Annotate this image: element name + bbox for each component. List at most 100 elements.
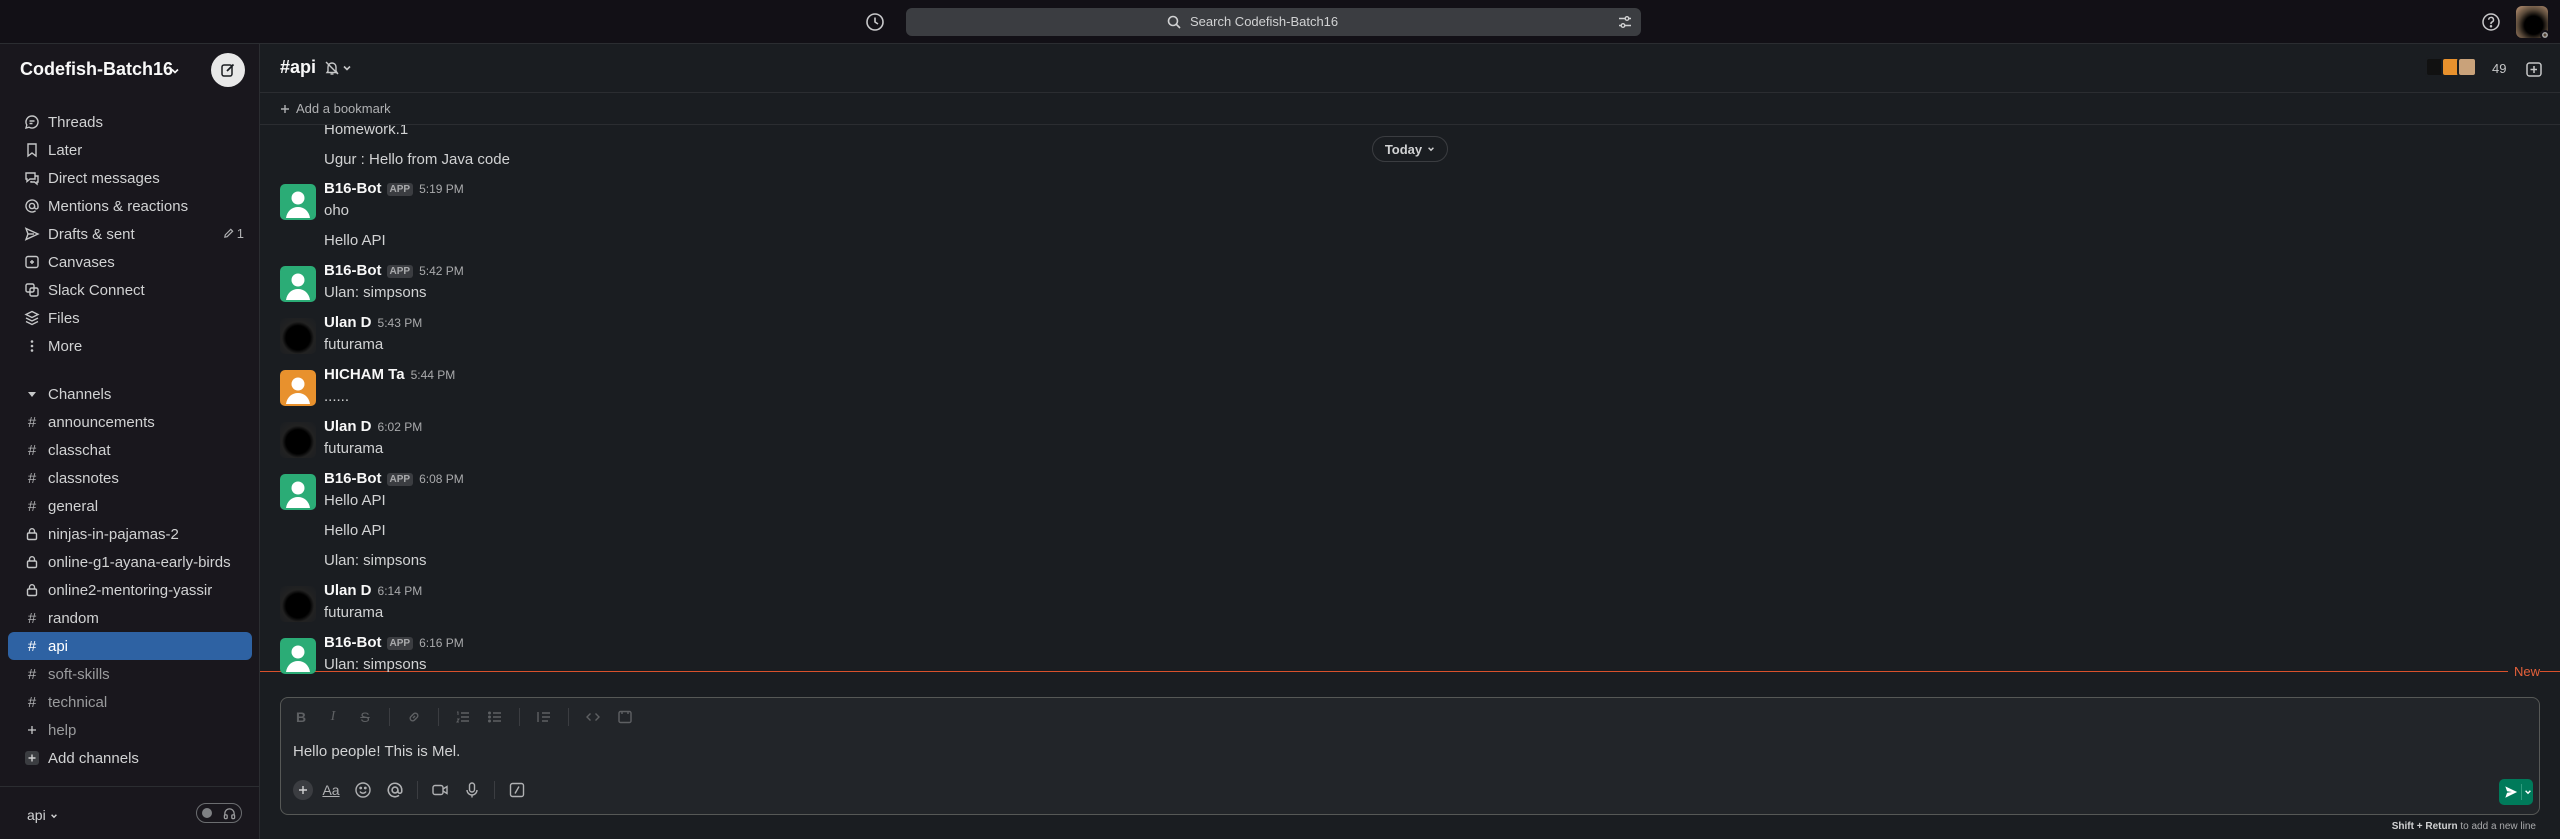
sender-name[interactable]: HICHAM Ta	[324, 366, 405, 383]
send-button[interactable]	[2499, 779, 2533, 805]
code-icon[interactable]	[585, 709, 601, 725]
message-input[interactable]: Hello people! This is Mel.	[293, 743, 460, 760]
sidebar-item-files[interactable]: Files	[8, 304, 252, 332]
sidebar-item-drafts[interactable]: Drafts & sent 1	[8, 220, 252, 248]
timestamp[interactable]: 5:44 PM	[411, 368, 456, 382]
at-icon	[24, 198, 40, 214]
timestamp[interactable]: 5:42 PM	[419, 264, 464, 278]
channel-name: technical	[48, 693, 108, 711]
sidebar-item-mentions[interactable]: Mentions & reactions	[8, 192, 252, 220]
sidebar-item-channel[interactable]: # announcements	[8, 408, 252, 436]
send-icon[interactable]	[2501, 779, 2521, 805]
add-channels-button[interactable]: Add channels	[8, 744, 252, 772]
sidebar-item-slack-connect[interactable]: Slack Connect	[8, 276, 252, 304]
slash-command-icon[interactable]	[507, 780, 527, 800]
timestamp[interactable]: 6:08 PM	[419, 472, 464, 486]
timestamp[interactable]: 5:19 PM	[419, 182, 464, 196]
message-text: ......	[324, 388, 350, 405]
sidebar-item-channel[interactable]: online-g1-ayana-early-birds	[8, 548, 252, 576]
strikethrough-icon[interactable]: S	[357, 709, 373, 725]
sidebar-item-channel[interactable]: # technical	[8, 688, 252, 716]
workspace-name[interactable]: Codefish-Batch16	[20, 59, 173, 80]
add-bookmark-button[interactable]: Add a bookmark	[280, 101, 391, 116]
message-text: futurama	[324, 604, 384, 621]
sidebar-item-channel[interactable]: # classchat	[8, 436, 252, 464]
timestamp[interactable]: 6:14 PM	[378, 584, 423, 598]
message-header: B16-Bot APP 5:42 PM	[324, 262, 464, 279]
bookmarks-bar: Add a bookmark	[260, 93, 2560, 125]
timestamp[interactable]: 6:16 PM	[419, 636, 464, 650]
help-icon[interactable]	[2480, 11, 2502, 33]
hint-text: to add a new line	[2460, 821, 2536, 832]
microphone-icon[interactable]	[462, 780, 482, 800]
new-messages-label: New	[2507, 664, 2540, 679]
history-icon[interactable]	[864, 11, 886, 33]
sidebar-item-channel[interactable]: # general	[8, 492, 252, 520]
user-avatar[interactable]	[280, 586, 316, 622]
channel-title-text: api	[290, 57, 317, 77]
sidebar-item-channel[interactable]: # soft-skills	[8, 660, 252, 688]
date-divider-button[interactable]: Today	[1372, 136, 1448, 162]
bot-avatar[interactable]	[280, 184, 316, 220]
threads-icon	[24, 114, 40, 130]
sidebar-item-threads[interactable]: Threads	[8, 108, 252, 136]
chevron-down-icon[interactable]	[170, 66, 180, 76]
attach-icon[interactable]	[293, 780, 313, 800]
blockquote-icon[interactable]	[536, 709, 552, 725]
sidebar-footer: api	[0, 786, 259, 839]
hash-icon: #	[27, 497, 37, 515]
sidebar-item-more[interactable]: More	[8, 332, 252, 360]
message-list: Homework.1 Ugur : Hello from Java code B…	[260, 125, 2560, 721]
code-block-icon[interactable]	[617, 709, 633, 725]
timestamp[interactable]: 6:02 PM	[378, 420, 423, 434]
sender-name[interactable]: Ulan D	[324, 582, 372, 599]
footer-label[interactable]: api	[27, 807, 58, 823]
video-icon[interactable]	[430, 780, 450, 800]
bot-avatar[interactable]	[280, 638, 316, 674]
message-header: HICHAM Ta 5:44 PM	[324, 366, 455, 383]
italic-icon[interactable]: I	[325, 709, 341, 725]
sender-name[interactable]: Ulan D	[324, 314, 372, 331]
sidebar-item-canvases[interactable]: Canvases	[8, 248, 252, 276]
user-avatar[interactable]	[280, 318, 316, 354]
search-bar[interactable]: Search Codefish-Batch16	[906, 8, 1641, 36]
emoji-icon[interactable]	[353, 780, 373, 800]
timestamp[interactable]: 5:43 PM	[378, 316, 423, 330]
user-avatar[interactable]	[2516, 6, 2550, 40]
hash-icon: #	[27, 413, 37, 431]
sidebar: Codefish-Batch16 Threads Later Direct me…	[0, 44, 260, 839]
bulleted-list-icon[interactable]	[487, 709, 503, 725]
sidebar-item-channel[interactable]: help	[8, 716, 252, 744]
sender-name[interactable]: Ulan D	[324, 418, 372, 435]
sender-name[interactable]: B16-Bot	[324, 470, 382, 487]
huddle-toggle[interactable]	[196, 803, 242, 823]
link-icon[interactable]	[406, 709, 422, 725]
chevron-down-icon[interactable]	[2522, 779, 2533, 805]
sidebar-item-channel[interactable]: ninjas-in-pajamas-2	[8, 520, 252, 548]
user-avatar[interactable]	[280, 422, 316, 458]
formatting-toggle-icon[interactable]: Aa	[321, 780, 341, 800]
sender-name[interactable]: B16-Bot	[324, 262, 382, 279]
sender-name[interactable]: B16-Bot	[324, 634, 382, 651]
bold-icon[interactable]: B	[293, 709, 309, 725]
compose-button[interactable]	[211, 53, 245, 87]
sender-name[interactable]: B16-Bot	[324, 180, 382, 197]
user-avatar[interactable]	[280, 370, 316, 406]
bot-avatar[interactable]	[280, 266, 316, 302]
ordered-list-icon[interactable]	[455, 709, 471, 725]
sidebar-item-channel[interactable]: # random	[8, 604, 252, 632]
bot-avatar[interactable]	[280, 474, 316, 510]
channels-header[interactable]: Channels	[8, 380, 252, 408]
sidebar-item-channel[interactable]: online2-mentoring-yassir	[8, 576, 252, 604]
sidebar-item-channel[interactable]: # classnotes	[8, 464, 252, 492]
member-count[interactable]: 49	[2492, 61, 2506, 76]
mention-icon[interactable]	[385, 780, 405, 800]
sidebar-item-direct-messages[interactable]: Direct messages	[8, 164, 252, 192]
sidebar-item-later[interactable]: Later	[8, 136, 252, 164]
sidebar-item-channel-active[interactable]: # api	[8, 632, 252, 660]
filter-icon[interactable]	[1618, 15, 1632, 29]
sidebar-item-label: Mentions & reactions	[48, 197, 189, 215]
channel-title[interactable]: # api	[280, 57, 352, 78]
canvas-icon[interactable]	[2524, 59, 2544, 79]
member-avatars[interactable]	[2425, 57, 2477, 77]
